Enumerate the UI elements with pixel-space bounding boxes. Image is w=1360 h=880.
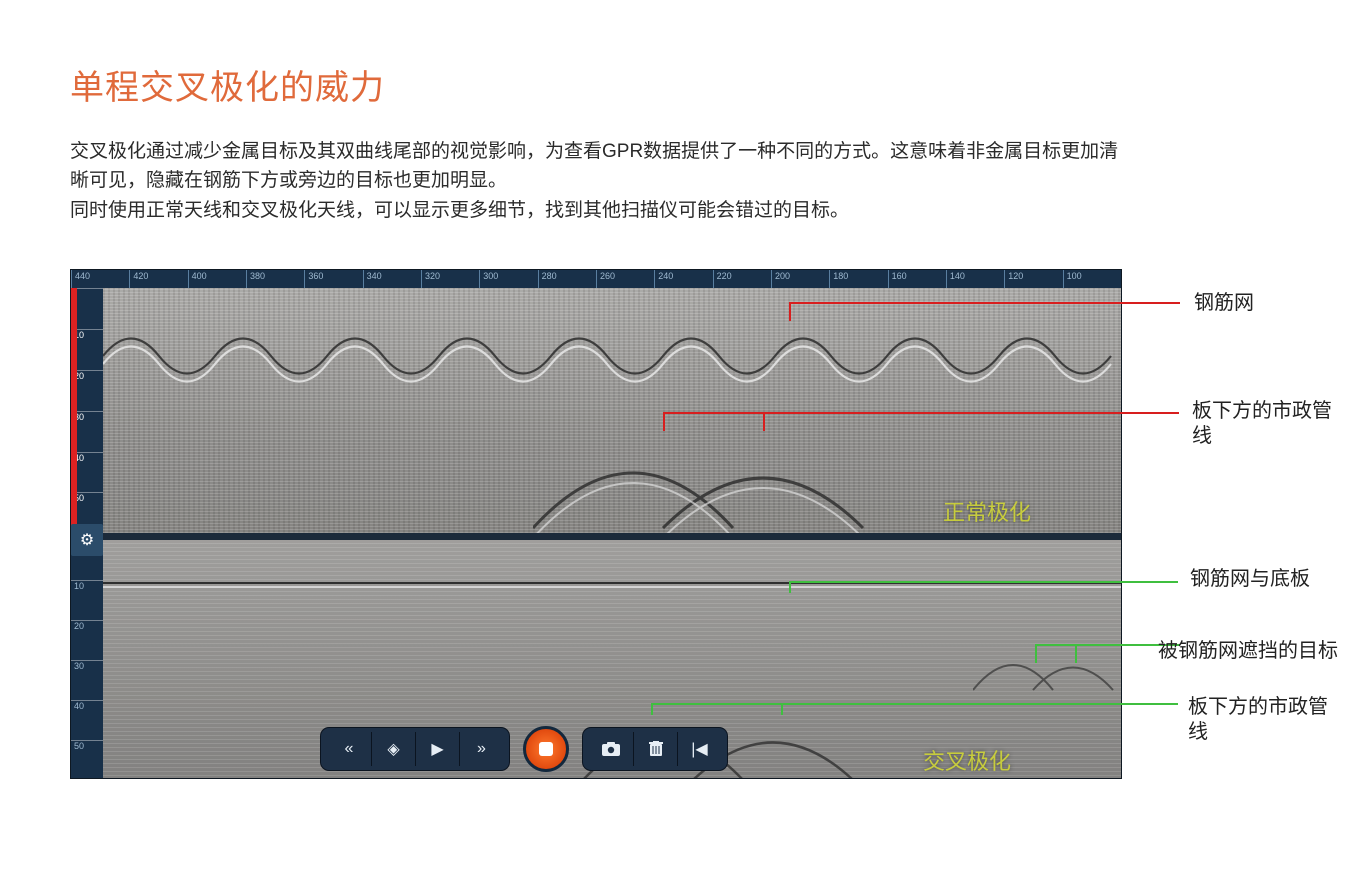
ruler-tick: 20 — [71, 620, 103, 660]
vertical-ruler-top: 1020304050 — [71, 288, 103, 533]
camera-icon — [602, 742, 620, 756]
stop-icon — [539, 742, 553, 756]
ruler-tick — [1063, 270, 1121, 288]
callout-rebar-and-slab: 钢筋网与底板 — [1190, 567, 1310, 592]
ruler-tick: 30 — [71, 660, 103, 700]
ruler-tick: 40 — [71, 700, 103, 740]
callout-utility-below-slab-bot: 板下方的市政管线 — [1188, 695, 1340, 745]
ruler-tick — [771, 270, 829, 288]
vertical-ruler-bottom: 1020304050 — [71, 540, 103, 779]
ruler-tick — [1004, 270, 1062, 288]
callout-obscured-target: 被钢筋网遮挡的目标 — [1158, 639, 1338, 664]
trash-button[interactable] — [633, 732, 677, 766]
ruler-tick — [421, 270, 479, 288]
gear-icon: ⚙ — [80, 530, 94, 550]
play-button[interactable]: ▶ — [415, 732, 459, 766]
ruler-tick — [888, 270, 946, 288]
ruler-tick — [538, 270, 596, 288]
ruler-tick — [654, 270, 712, 288]
callout-utility-below-slab-top: 板下方的市政管线 — [1192, 399, 1340, 449]
ruler-tick — [829, 270, 887, 288]
ruler-tick — [188, 270, 246, 288]
ruler-tick — [596, 270, 654, 288]
record-button[interactable] — [523, 726, 569, 772]
gpr-scan-figure: 1020304050 1020304050 ⚙ — [70, 269, 1122, 779]
ruler-tick: 50 — [71, 740, 103, 779]
ruler-tick — [129, 270, 187, 288]
center-button[interactable]: ◈ — [371, 732, 415, 766]
page-title: 单程交叉极化的威力 — [70, 60, 1320, 109]
ruler-tick — [946, 270, 1004, 288]
ruler-tick — [363, 270, 421, 288]
ruler-tick — [479, 270, 537, 288]
fastfwd-button[interactable]: » — [459, 732, 503, 766]
gear-button[interactable]: ⚙ — [71, 524, 103, 556]
ruler-tick — [71, 270, 129, 288]
horizontal-ruler — [71, 270, 1121, 288]
description-text: 交叉极化通过减少金属目标及其双曲线尾部的视觉影响，为查看GPR数据提供了一种不同… — [70, 137, 1130, 225]
callout-rebar-mesh: 钢筋网 — [1194, 291, 1254, 316]
normal-polarization-panel: 正常极化 — [103, 288, 1121, 533]
ruler-tick — [713, 270, 771, 288]
normal-polarization-label: 正常极化 — [943, 495, 1031, 527]
cross-polarization-label: 交叉极化 — [923, 744, 1011, 776]
rewind-button[interactable]: « — [327, 732, 371, 766]
playback-toolbar: « ◈ ▶ » |◀ — [321, 726, 727, 772]
camera-button[interactable] — [589, 732, 633, 766]
nav-group: « ◈ ▶ » — [321, 728, 509, 770]
trash-icon — [649, 741, 663, 757]
skip-back-button[interactable]: |◀ — [677, 732, 721, 766]
figure-area: 1020304050 1020304050 ⚙ — [70, 269, 1340, 809]
ruler-tick: 10 — [71, 580, 103, 620]
action-group: |◀ — [583, 728, 727, 770]
ruler-tick — [246, 270, 304, 288]
ruler-tick — [304, 270, 362, 288]
